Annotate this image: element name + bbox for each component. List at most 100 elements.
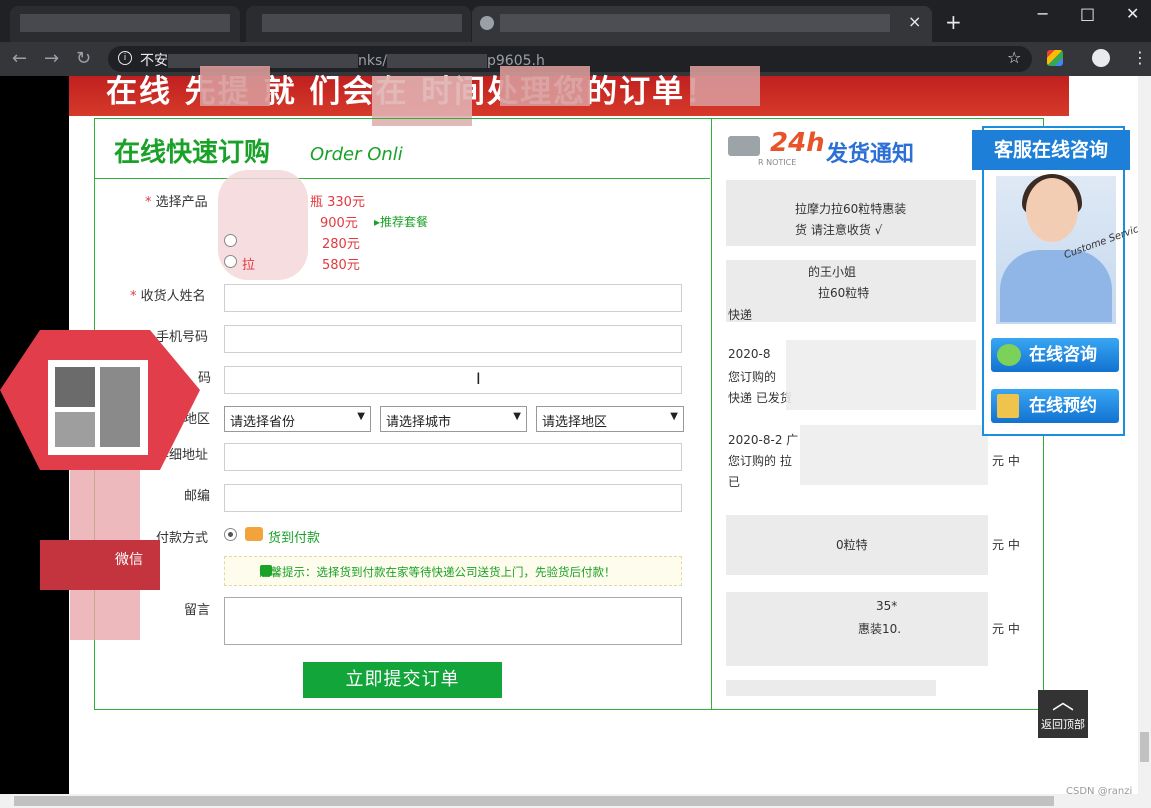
chevron-down-icon: ▼ — [513, 411, 521, 422]
vertical-scrollbar[interactable] — [1138, 76, 1151, 794]
globe-icon — [480, 16, 494, 30]
phone-input[interactable] — [224, 325, 682, 353]
district-select[interactable]: 请选择地区 ▼ — [536, 406, 684, 432]
back-to-top-button[interactable]: ︿ 返回顶部 — [1038, 690, 1088, 738]
order-subtitle: Order Onli — [310, 144, 403, 165]
close-window-button[interactable]: ✕ — [1126, 4, 1139, 23]
extension-icon[interactable] — [1047, 50, 1063, 66]
name-label: * 收货人姓名 — [130, 285, 206, 304]
blurred-tab-title — [262, 14, 462, 32]
payment-radio[interactable] — [224, 528, 237, 541]
notice-text: 您订购的 — [728, 370, 777, 384]
product-option: 280元 — [322, 237, 360, 252]
chevron-up-icon: ︿ — [1051, 690, 1074, 715]
notice-text: 快递 — [728, 308, 753, 322]
address-input[interactable] — [224, 443, 682, 471]
blurred-tab-title — [500, 14, 890, 32]
mosaic-block — [500, 66, 590, 106]
online-consult-button[interactable]: 在线咨询 — [991, 338, 1119, 372]
consult-label: 在线咨询 — [1029, 345, 1097, 365]
notice-date: 2020-8 — [728, 347, 771, 361]
watermark: CSDN @ranzi — [1066, 786, 1133, 797]
forward-arrow-icon[interactable]: → — [44, 48, 59, 69]
info-icon[interactable]: i — [118, 51, 132, 65]
notice-text: 拉60粒特 — [818, 286, 870, 300]
agent-figure — [1000, 250, 1112, 322]
notice-date: 2020-8-2 广 — [728, 433, 799, 447]
divider — [94, 178, 710, 179]
horizontal-scroll-thumb[interactable] — [14, 796, 1054, 806]
tab-close-icon[interactable]: × — [908, 12, 921, 31]
notice-text: 的王小姐 — [808, 265, 857, 279]
profile-icon[interactable] — [1092, 49, 1110, 67]
notice-text: 已 — [728, 475, 741, 489]
product-option: 900元 — [320, 216, 358, 231]
zip-input[interactable] — [224, 484, 682, 512]
phone2-input[interactable] — [224, 366, 682, 394]
product-label-text: 选择产品 — [155, 195, 208, 210]
chevron-down-icon: ▼ — [357, 411, 365, 422]
province-select[interactable]: 请选择省份 ▼ — [224, 406, 371, 432]
notice-text: 惠装10. — [858, 622, 902, 636]
notice-title: 发货通知 — [826, 142, 915, 167]
mosaic-block — [800, 425, 988, 485]
notice-text: 货 请注意收货 √ — [795, 223, 883, 237]
menu-kebab-icon[interactable]: ⋮ — [1132, 48, 1148, 67]
product-option-prefix: 拉 — [242, 258, 256, 273]
notice-text: 拉摩力拉60粒特惠装 — [795, 202, 907, 216]
message-textarea[interactable] — [224, 597, 682, 645]
city-value: 请选择城市 — [386, 415, 452, 430]
tip-box: 温馨提示：选择货到付款在家等待快递公司送货上门，先验货后付款！ — [224, 556, 682, 586]
notice-text: 35* — [876, 599, 898, 613]
city-select[interactable]: 请选择城市 ▼ — [380, 406, 527, 432]
truck-icon — [728, 136, 760, 156]
district-value: 请选择地区 — [542, 415, 608, 430]
new-tab-button[interactable]: + — [945, 10, 962, 34]
blurred-tab-title — [20, 14, 230, 32]
notice-text: 元 中 — [992, 622, 1020, 636]
required-mark: * — [145, 195, 152, 210]
mosaic-block — [786, 340, 976, 410]
wechat-qr-float[interactable] — [0, 320, 200, 640]
service-title: 客服在线咨询 — [972, 130, 1130, 170]
product-option: 瓶 330元 — [310, 195, 365, 210]
notice-text: 0粒特 — [836, 538, 868, 552]
notice-text: 元 中 — [992, 538, 1020, 552]
product-label: * 选择产品 — [145, 191, 208, 210]
minimize-button[interactable]: − — [1036, 4, 1049, 23]
province-value: 请选择省份 — [230, 415, 296, 430]
chat-bubble-icon — [997, 344, 1021, 366]
notice-text: 您订购的 拉 — [728, 454, 792, 468]
wechat-label: 微信 — [115, 552, 143, 568]
online-booking-button[interactable]: 在线预约 — [991, 389, 1119, 423]
agent-figure — [1026, 178, 1078, 242]
submit-order-button[interactable]: 立即提交订单 — [303, 662, 502, 698]
mosaic-block — [200, 66, 270, 106]
product-option: 580元 — [322, 258, 360, 273]
back-to-top-label: 返回顶部 — [1041, 718, 1085, 731]
order-title: 在线快速订购 — [114, 138, 271, 168]
notice-subtitle: R NOTICE — [758, 158, 797, 167]
maximize-button[interactable]: □ — [1080, 4, 1095, 23]
back-arrow-icon[interactable]: ← — [12, 48, 27, 69]
product-radio[interactable] — [224, 255, 237, 268]
mosaic-block — [726, 680, 936, 696]
name-label-text: 收货人姓名 — [140, 289, 206, 304]
notice-badge: 24h — [770, 128, 825, 158]
notice-text: 快递 已发货 — [728, 391, 792, 405]
notepad-icon — [997, 394, 1019, 418]
mosaic-block — [726, 592, 988, 666]
chevron-down-icon: ▼ — [670, 411, 678, 422]
recommend-tag: ▸推荐套餐 — [374, 215, 429, 229]
vertical-scroll-thumb[interactable] — [1140, 732, 1149, 762]
payment-option: 货到付款 — [268, 531, 321, 546]
product-radio[interactable] — [224, 234, 237, 247]
notice-text: 元 中 — [992, 454, 1020, 468]
name-input[interactable] — [224, 284, 682, 312]
booking-label: 在线预约 — [1029, 396, 1097, 416]
bookmark-star-icon[interactable]: ☆ — [1007, 48, 1021, 67]
mosaic-block — [690, 66, 760, 106]
reload-icon[interactable]: ↻ — [76, 48, 91, 69]
required-mark: * — [130, 289, 137, 304]
delivery-icon — [245, 527, 263, 541]
